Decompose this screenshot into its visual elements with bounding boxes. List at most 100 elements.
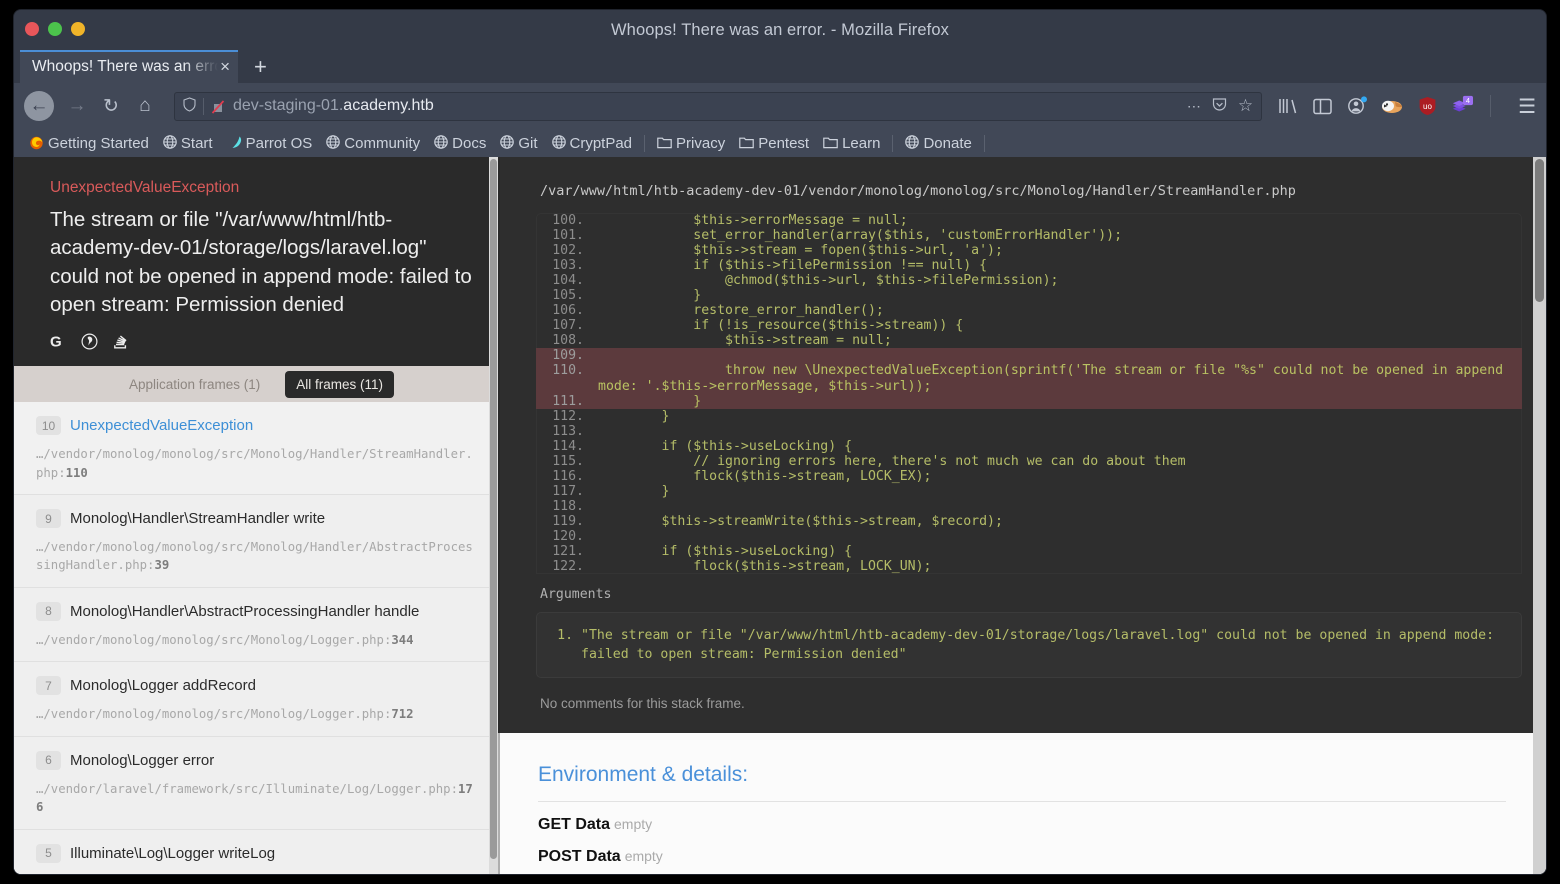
window-title: Whoops! There was an error. - Mozilla Fi… xyxy=(611,20,949,39)
minimize-window-button[interactable] xyxy=(71,22,85,36)
stack-panel-scrollbar-thumb[interactable] xyxy=(490,159,497,859)
bookmark-star-icon[interactable]: ☆ xyxy=(1238,96,1253,116)
sidebar-icon[interactable] xyxy=(1311,95,1333,117)
no-comments-text: No comments for this stack frame. xyxy=(540,696,745,712)
bookmark-donate[interactable]: Donate xyxy=(898,132,978,154)
code-line-text: // ignoring errors here, there's not muc… xyxy=(598,453,1186,469)
bookmark-privacy[interactable]: Privacy xyxy=(650,132,732,154)
maximize-window-button[interactable] xyxy=(48,22,62,36)
stackoverflow-search-icon[interactable] xyxy=(112,333,129,350)
duckduckgo-search-icon[interactable] xyxy=(81,333,98,350)
stack-frame-10[interactable]: 10 UnexpectedValueException …/vendor/monol… xyxy=(14,402,498,495)
frame-name[interactable]: UnexpectedValueException xyxy=(70,417,253,434)
code-line-number: 120. xyxy=(552,528,584,544)
bookmark-start[interactable]: Start xyxy=(156,132,220,154)
code-line-number: 122. xyxy=(552,559,584,575)
bookmark-git[interactable]: Git xyxy=(493,132,544,154)
code-line: 109. xyxy=(536,348,1522,364)
stack-panel-scrollbar[interactable] xyxy=(489,157,498,874)
window-controls[interactable] xyxy=(25,22,85,36)
code-line: 105. } xyxy=(536,288,1522,303)
environment-row-value: empty xyxy=(614,816,653,833)
frame-line-number: 39 xyxy=(154,558,170,573)
title-bar: Whoops! There was an error. - Mozilla Fi… xyxy=(14,10,1546,50)
stack-frame-7[interactable]: 7 Monolog\Logger addRecord …/vendor/monolo… xyxy=(14,662,498,737)
page-scrollbar-thumb[interactable] xyxy=(1535,159,1544,302)
library-icon[interactable] xyxy=(1276,95,1298,117)
code-line-text: if (!is_resource($this->stream)) { xyxy=(598,318,964,334)
pocket-icon[interactable] xyxy=(1212,97,1227,115)
bookmark-cryptpad[interactable]: CryptPad xyxy=(545,132,640,154)
frame-name: Monolog\Logger error xyxy=(70,751,215,769)
account-icon[interactable] xyxy=(1346,95,1368,117)
address-bar[interactable]: dev-staging-01.academy.htb ⋯ ☆ xyxy=(174,91,1263,121)
forward-icon[interactable]: → xyxy=(60,89,94,123)
code-line: 122. flock($this->stream, LOCK_UN); xyxy=(536,559,1522,574)
code-line-number: 103. xyxy=(552,258,584,274)
globe-icon xyxy=(905,135,920,151)
environment-rows: GET DataemptyPOST DataemptyFilesempty xyxy=(498,802,1546,874)
menu-icon[interactable]: ☰ xyxy=(1518,94,1536,119)
badger-extension-icon[interactable] xyxy=(1381,95,1403,117)
extension-stack-icon[interactable]: 4 xyxy=(1451,95,1474,117)
extension-badge-count: 4 xyxy=(1466,96,1470,105)
bookmark-pentest[interactable]: Pentest xyxy=(732,132,816,154)
stack-frame-6[interactable]: 6 Monolog\Logger error …/vendor/laravel/fr… xyxy=(14,736,498,830)
arguments-list: "The stream or file "/var/www/html/htb-a… xyxy=(547,626,1503,664)
bookmark-separator xyxy=(892,134,894,152)
frame-index: 6 xyxy=(36,750,61,770)
code-line-number: 112. xyxy=(552,408,584,424)
bookmark-getting-started[interactable]: Getting Started xyxy=(22,132,156,154)
crossed-out-lock-icon[interactable] xyxy=(211,99,225,114)
code-line: 115. // ignoring errors here, there's no… xyxy=(536,454,1522,469)
back-icon[interactable]: ← xyxy=(24,91,54,121)
close-window-button[interactable] xyxy=(25,22,39,36)
reload-icon[interactable]: ↻ xyxy=(94,89,128,123)
stack-frame-8[interactable]: 8 Monolog\Handler\AbstractProcessingHandl… xyxy=(14,587,498,663)
code-line-text: $this->stream = null; xyxy=(598,333,892,349)
stack-frame-9[interactable]: 9 Monolog\Handler\StreamHandler write …/ve… xyxy=(14,495,498,588)
tab-whoops-error[interactable]: Whoops! There was an error. × xyxy=(20,50,238,83)
new-tab-button[interactable]: + xyxy=(254,56,267,78)
toolbar-icons: uo 4 ☰ xyxy=(1272,94,1536,119)
globe-icon xyxy=(163,135,177,151)
code-line-number: 117. xyxy=(552,483,584,499)
google-search-icon[interactable]: G xyxy=(50,333,67,351)
url-prefix: dev-staging-01. xyxy=(233,97,344,114)
page-scrollbar[interactable] xyxy=(1533,157,1546,874)
frame-file-path: …/vendor/monolog/monolog/src/Monolog/Han… xyxy=(36,447,473,480)
code-line-number: 107. xyxy=(552,318,584,334)
code-line: 120. xyxy=(536,529,1522,544)
close-tab-icon[interactable]: × xyxy=(220,58,230,75)
bookmark-label: Git xyxy=(518,134,538,152)
code-line-number: 119. xyxy=(552,513,584,529)
stack-frame-5[interactable]: 5 Illuminate\Log\Logger writeLog …/vendor/… xyxy=(14,829,498,874)
globe-icon xyxy=(551,135,566,151)
tab-all-frames[interactable]: All frames (11) xyxy=(285,370,395,398)
tab-application-frames[interactable]: Application frames (1) xyxy=(118,371,271,398)
bookmark-parrot-os[interactable]: Parrot OS xyxy=(220,132,320,154)
code-line-number: 101. xyxy=(552,228,584,244)
bookmark-community[interactable]: Community xyxy=(319,132,427,154)
bookmark-docs[interactable]: Docs xyxy=(427,132,493,154)
frames-filter-tabs: Application frames (1) All frames (11) xyxy=(14,366,498,403)
firefox-icon xyxy=(29,135,44,152)
tracking-protection-shield-icon[interactable] xyxy=(183,97,196,115)
arguments-box: "The stream or file "/var/www/html/htb-a… xyxy=(536,612,1522,679)
ublock-origin-icon[interactable]: uo xyxy=(1416,95,1438,117)
frame-name: Monolog\Handler\StreamHandler write xyxy=(70,510,326,527)
code-line-number: 105. xyxy=(552,288,584,304)
url-actions: ⋯ ☆ xyxy=(1187,96,1253,116)
page-actions-icon[interactable]: ⋯ xyxy=(1187,98,1201,115)
bookmark-label: Pentest xyxy=(758,134,810,152)
code-line: 119. $this->streamWrite($this->stream, $… xyxy=(536,514,1522,529)
globe-icon xyxy=(326,135,341,151)
exception-message: The stream or file "/var/www/html/htb-ac… xyxy=(50,208,472,316)
code-line: 116. flock($this->stream, LOCK_EX); xyxy=(536,469,1522,484)
frame-index: 8 xyxy=(36,601,61,621)
bookmark-learn[interactable]: Learn xyxy=(816,132,887,154)
frame-line-number: 176 xyxy=(36,781,473,815)
home-icon[interactable]: ⌂ xyxy=(128,89,162,123)
frame-file-path: …/vendor/laravel/framework/src/Illuminat… xyxy=(36,873,480,874)
